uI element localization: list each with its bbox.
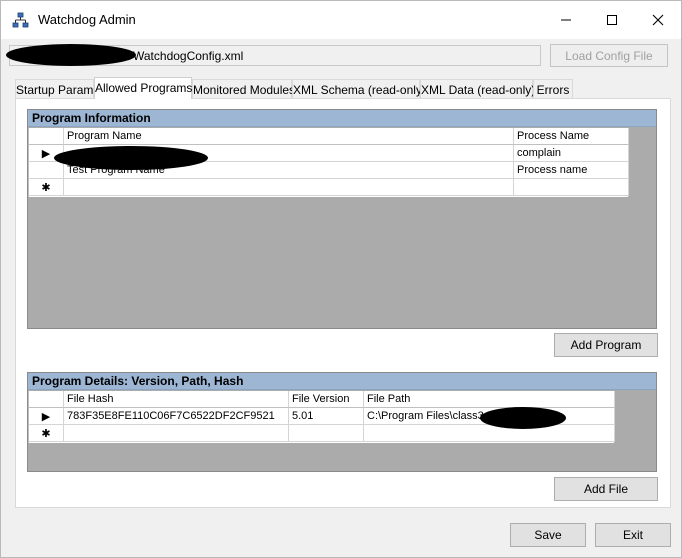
save-button[interactable]: Save (510, 523, 586, 547)
process-name-cell[interactable]: complain (514, 145, 629, 162)
minimize-icon (561, 19, 571, 21)
program-name-cell[interactable] (64, 179, 514, 196)
column-header-process-name[interactable]: Process Name (514, 128, 629, 145)
file-hash-cell[interactable] (64, 425, 289, 442)
row-header-corner (29, 391, 64, 408)
table-row-new[interactable]: ✱ (29, 179, 629, 196)
load-config-button[interactable]: Load Config File (550, 44, 668, 67)
window-title: Watchdog Admin (38, 12, 136, 27)
new-row-asterisk-icon[interactable]: ✱ (29, 425, 64, 442)
new-row-asterisk-icon[interactable]: ✱ (29, 179, 64, 196)
column-header-program-name[interactable]: Program Name (64, 128, 514, 145)
tab-errors[interactable]: Errors (533, 79, 573, 99)
maximize-icon (607, 15, 617, 25)
column-header-file-path[interactable]: File Path (364, 391, 615, 408)
grid-header-row: File Hash File Version File Path (29, 391, 615, 408)
program-details-title: Program Details: Version, Path, Hash (28, 373, 656, 390)
column-header-file-hash[interactable]: File Hash (64, 391, 289, 408)
add-program-button[interactable]: Add Program (554, 333, 658, 357)
exit-button[interactable]: Exit (595, 523, 671, 547)
file-path-cell[interactable] (364, 425, 615, 442)
file-version-cell[interactable]: 5.01 (289, 408, 364, 425)
minimize-button[interactable] (543, 1, 589, 39)
tab-xml-schema[interactable]: XML Schema (read-only) (292, 79, 426, 99)
tab-monitored-modules[interactable]: Monitored Modules (192, 79, 295, 99)
config-path-text: WatchdogConfig.xml (133, 49, 244, 63)
program-details-group: Program Details: Version, Path, Hash Fil… (27, 372, 657, 472)
network-tree-icon (12, 12, 29, 28)
program-information-group: Program Information Program Name Process… (27, 109, 657, 329)
tab-allowed-programs[interactable]: Allowed Programs (94, 77, 192, 99)
tab-startup-param[interactable]: Startup Param (15, 79, 94, 99)
close-icon (652, 14, 664, 26)
grid-header-row: Program Name Process Name (29, 128, 629, 145)
redaction-mark (480, 407, 566, 429)
redaction-mark (54, 146, 208, 170)
row-selector-arrow-icon[interactable]: ▶ (29, 408, 64, 425)
process-name-cell[interactable]: Process name (514, 162, 629, 179)
maximize-button[interactable] (589, 1, 635, 39)
file-hash-cell[interactable]: 783F35E8FE110C06F7C6522DF2CF9521 (64, 408, 289, 425)
config-path-field[interactable]: WatchdogConfig.xml (6, 44, 541, 66)
process-name-cell[interactable] (514, 179, 629, 196)
add-file-button[interactable]: Add File (554, 477, 658, 501)
close-button[interactable] (635, 1, 681, 39)
main-window: Watchdog Admin WatchdogConfig.xml Load C… (0, 0, 682, 558)
file-version-cell[interactable] (289, 425, 364, 442)
row-selector[interactable] (29, 162, 64, 179)
column-header-file-version[interactable]: File Version (289, 391, 364, 408)
redaction-mark (6, 44, 136, 66)
row-header-corner (29, 128, 64, 145)
tab-xml-data[interactable]: XML Data (read-only) (420, 79, 535, 99)
program-information-title: Program Information (28, 110, 656, 127)
title-bar[interactable]: Watchdog Admin (1, 1, 681, 39)
